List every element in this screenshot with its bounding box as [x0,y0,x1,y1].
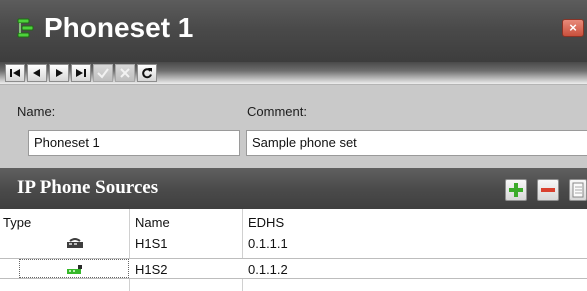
section-title: IP Phone Sources [17,177,159,198]
column-header-type[interactable]: Type [3,215,31,230]
details-icon [572,182,584,198]
comment-label: Comment: [247,104,307,119]
next-record-button[interactable] [49,64,69,82]
next-record-icon [56,69,63,77]
cancel-icon [120,68,130,78]
sources-table: Type Name EDHS H1S1 0.1.1.1 H1S2 0.1.1.2 [0,209,587,291]
record-navigation-toolbar [0,62,587,84]
phoneset-icon [17,18,34,38]
source-details-button[interactable] [569,179,587,201]
table-row-selected[interactable]: H1S2 0.1.1.2 [0,258,587,279]
window-title: Phoneset 1 [44,12,194,43]
name-label: Name: [17,104,56,119]
add-source-button[interactable] [505,179,527,201]
refresh-button[interactable] [137,64,157,82]
ip-phone-icon [67,238,83,248]
comment-field[interactable]: Sample phone set [246,130,587,156]
save-button[interactable] [93,64,113,82]
source-name: H1S1 [135,236,168,251]
source-edhs: 0.1.1.2 [248,262,288,277]
table-row[interactable]: H1S1 0.1.1.1 [0,233,587,254]
ip-phone-sources-header: IP Phone Sources [0,168,587,209]
cancel-button[interactable] [115,64,135,82]
column-header-edhs[interactable]: EDHS [248,215,284,230]
last-record-button[interactable] [71,64,91,82]
minus-icon [541,188,555,192]
title-bar: Phoneset 1 × [0,0,587,62]
first-record-button[interactable] [5,64,25,82]
phoneset-form: Name: Phoneset 1 Comment: Sample phone s… [0,84,587,168]
source-edhs: 0.1.1.1 [248,236,288,251]
refresh-icon [142,68,152,79]
previous-record-button[interactable] [27,64,47,82]
first-record-icon [10,69,20,77]
source-name: H1S2 [135,262,168,277]
remove-source-button[interactable] [537,179,559,201]
checkmark-icon [97,68,109,79]
last-record-icon [76,69,86,77]
close-button[interactable]: × [562,19,584,37]
close-icon: × [569,20,577,35]
plus-icon [509,183,523,197]
name-field[interactable]: Phoneset 1 [28,130,240,156]
column-header-name[interactable]: Name [135,215,170,230]
previous-record-icon [33,69,40,77]
ip-phone-green-icon [67,265,82,274]
